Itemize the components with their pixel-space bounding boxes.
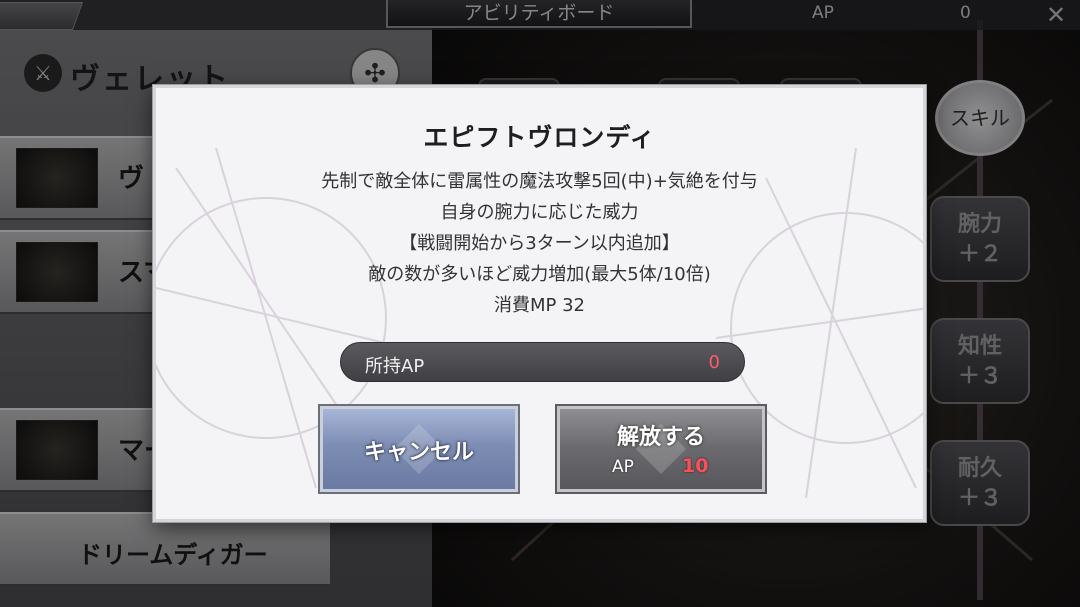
ability-description: 先制で敵全体に雷属性の魔法攻撃5回(中)+気絶を付与 自身の腕力に応じた威力 【… <box>156 166 923 321</box>
unlock-cost-value: 10 <box>682 455 709 477</box>
owned-ap-bar: 所持AP 0 <box>340 342 745 382</box>
description-line: 消費MP 32 <box>493 295 585 316</box>
owned-ap-value: 0 <box>708 352 720 373</box>
description-line: 敵の数が多いほど威力増加(最大5体/10倍) <box>368 264 711 285</box>
unlock-cost-label: AP <box>612 457 634 477</box>
ability-unlock-dialog: エピフトヴロンディ 先制で敵全体に雷属性の魔法攻撃5回(中)+気絶を付与 自身の… <box>153 85 926 522</box>
owned-ap-label: 所持AP <box>365 356 425 377</box>
description-line: 自身の腕力に応じた威力 <box>440 202 639 223</box>
cancel-button-label: キャンセル <box>363 439 474 465</box>
ability-title: エピフトヴロンディ <box>423 123 656 152</box>
cancel-button[interactable]: キャンセル <box>318 404 520 494</box>
unlock-button[interactable]: 解放する AP 10 <box>555 404 767 494</box>
description-line: 【戦闘開始から3ターン以内追加】 <box>399 233 680 254</box>
unlock-button-label: 解放する <box>616 424 705 450</box>
description-line: 先制で敵全体に雷属性の魔法攻撃5回(中)+気絶を付与 <box>321 171 758 192</box>
